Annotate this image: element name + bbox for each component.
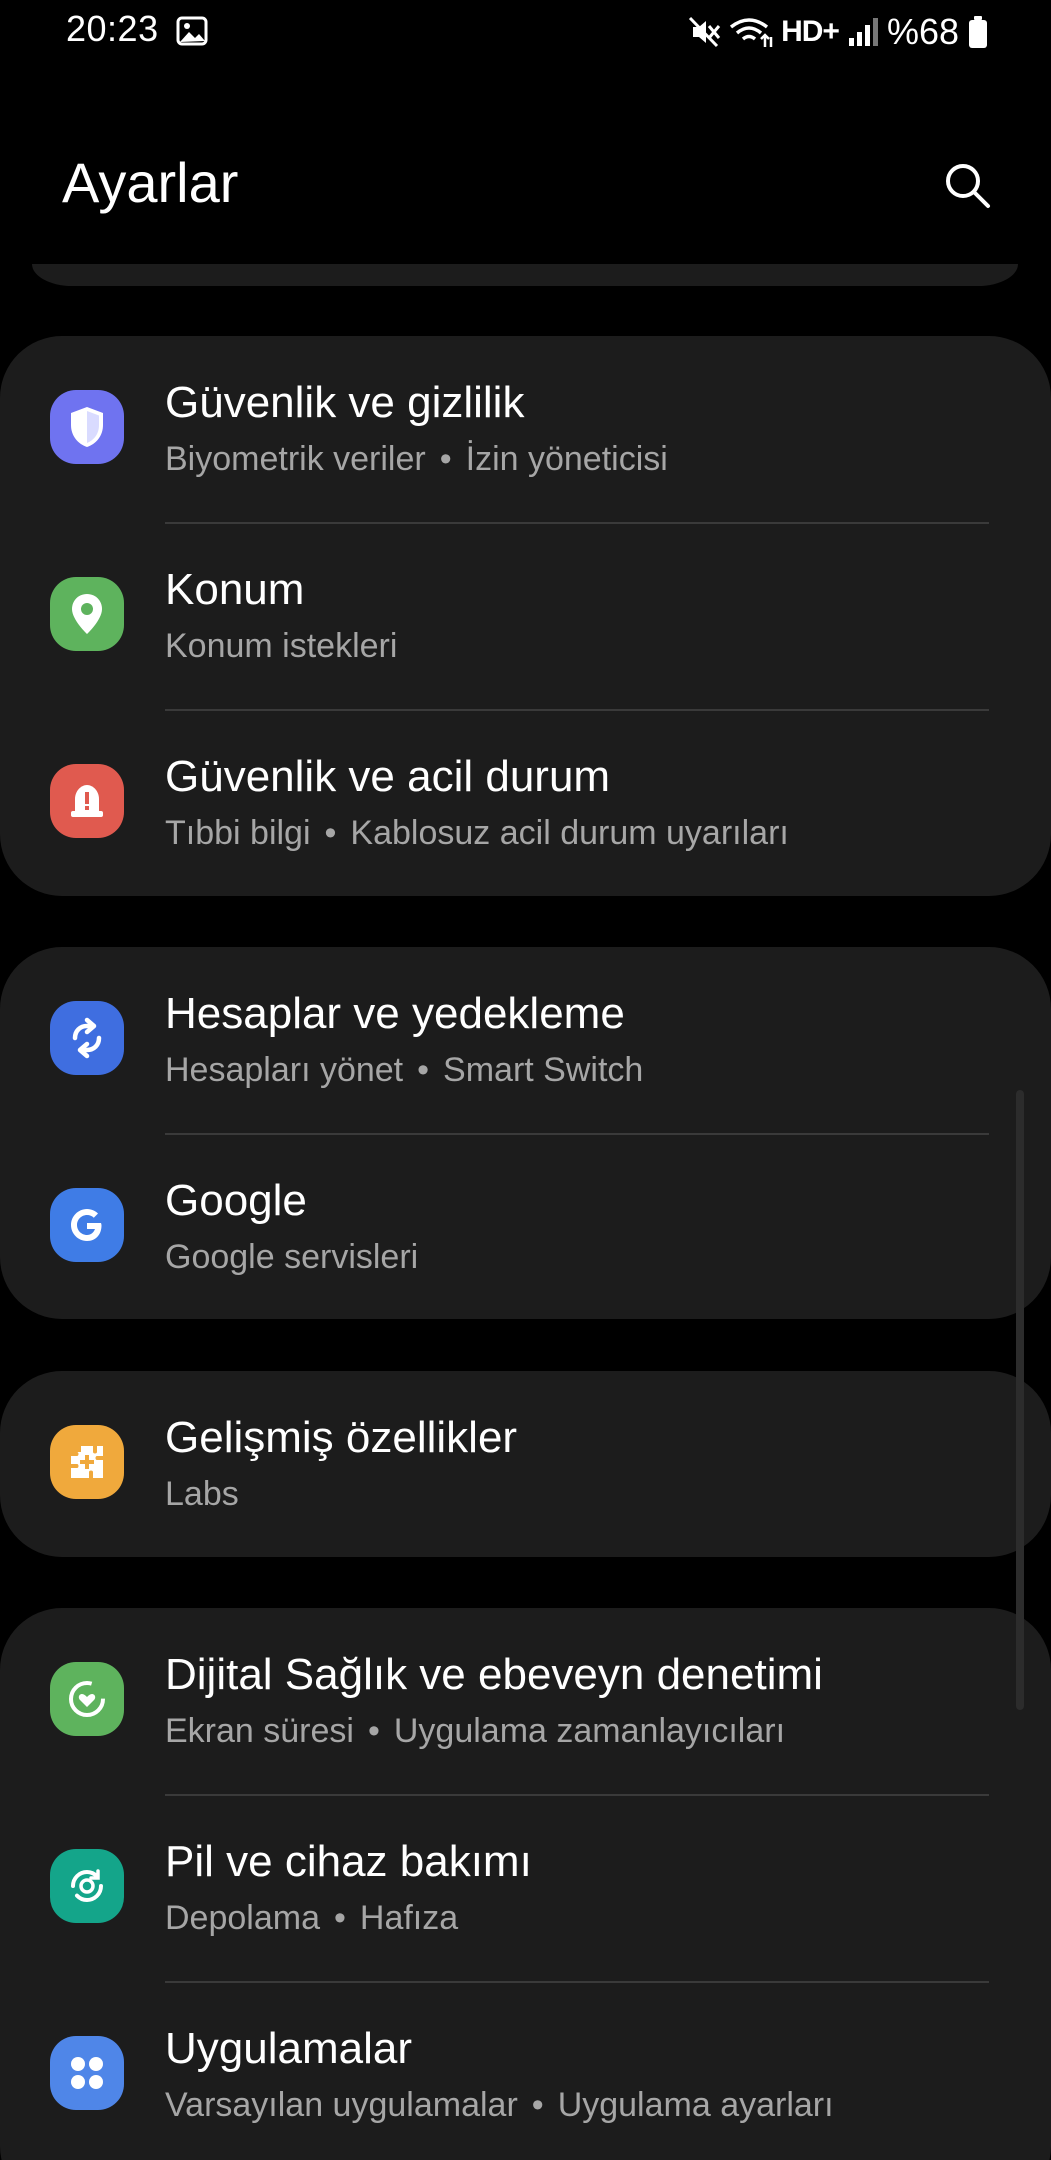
sync-icon	[50, 1001, 124, 1075]
shield-icon	[50, 390, 124, 464]
previous-card-edge	[32, 264, 1018, 286]
setting-digital-wellbeing[interactable]: Dijital Sağlık ve ebeveyn denetimi Ekran…	[0, 1608, 1051, 1794]
setting-advanced-features[interactable]: Gelişmiş özellikler Labs	[0, 1371, 1051, 1557]
setting-safety-emergency[interactable]: Güvenlik ve acil durum Tıbbi bilgi • Kablo…	[0, 710, 1051, 896]
subtitle-part: Kablosuz acil durum uyarıları	[350, 814, 789, 852]
separator-dot: •	[333, 1899, 346, 1937]
signal-icon	[848, 18, 878, 46]
setting-title: Gelişmiş özellikler	[165, 1413, 518, 1462]
wifi-icon	[730, 18, 773, 47]
settings-group-advanced: Gelişmiş özellikler Labs	[0, 1371, 1051, 1557]
setting-title: Konum	[165, 565, 305, 614]
setting-accounts-backup[interactable]: Hesaplar ve yedekleme Hesapları yönet • Sm…	[0, 947, 1051, 1133]
page-title: Ayarlar	[62, 151, 239, 214]
setting-title: Hesaplar ve yedekleme	[165, 989, 625, 1038]
setting-subtitle: Varsayılan uygulamalar • Uygulama ayarları	[165, 2086, 834, 2125]
status-icons: HD+ %68	[687, 10, 989, 54]
status-bar: 20:23 HD+ %68	[0, 0, 1051, 62]
separator-dot: •	[439, 440, 452, 478]
setting-security-privacy[interactable]: Güvenlik ve gizlilik Biyometrik veriler •…	[0, 336, 1051, 522]
subtitle-part: Labs	[165, 1475, 239, 1513]
digital-wellbeing-icon	[50, 1662, 124, 1736]
puzzle-plus-icon	[50, 1425, 124, 1499]
subtitle-part: Konum istekleri	[165, 627, 398, 665]
subtitle-part: Uygulama ayarları	[557, 2086, 834, 2124]
setting-google[interactable]: Google Google servisleri	[0, 1134, 1051, 1320]
settings-group-wellbeing: Dijital Sağlık ve ebeveyn denetimi Ekran…	[0, 1608, 1051, 2160]
setting-title: Uygulamalar	[165, 2024, 412, 2073]
setting-title: Dijital Sağlık ve ebeveyn denetimi	[165, 1650, 823, 1699]
subtitle-part: Uygulama zamanlayıcıları	[393, 1712, 786, 1750]
setting-subtitle: Tıbbi bilgi • Kablosuz acil durum uyarılar…	[165, 814, 789, 853]
gallery-icon	[176, 16, 208, 46]
apps-grid-icon	[50, 2036, 124, 2110]
emergency-alert-icon	[50, 764, 124, 838]
subtitle-part: Smart Switch	[443, 1051, 644, 1089]
google-icon	[50, 1188, 124, 1262]
battery-percent: %68	[886, 11, 959, 52]
settings-group-accounts: Hesaplar ve yedekleme Hesapları yönet • Sm…	[0, 947, 1051, 1319]
setting-apps[interactable]: Uygulamalar Varsayılan uygulamalar • Uygul…	[0, 1982, 1051, 2160]
setting-subtitle: Google servisleri	[165, 1238, 418, 1277]
subtitle-part: İzin yöneticisi	[465, 440, 668, 478]
setting-title: Güvenlik ve acil durum	[165, 752, 611, 801]
subtitle-part: Depolama	[165, 1899, 320, 1937]
settings-group-security: Güvenlik ve gizlilik Biyometrik veriler •…	[0, 336, 1051, 896]
separator-dot: •	[367, 1712, 380, 1750]
separator-dot: •	[531, 2086, 544, 2124]
status-time: 20:23	[66, 8, 159, 49]
subtitle-part: Hesapları yönet	[165, 1051, 404, 1089]
setting-subtitle: Hesapları yönet • Smart Switch	[165, 1051, 643, 1090]
subtitle-part: Ekran süresi	[165, 1712, 354, 1750]
network-type-label: HD+	[781, 15, 840, 48]
separator-dot: •	[417, 1051, 430, 1089]
setting-location[interactable]: Konum Konum istekleri	[0, 523, 1051, 709]
scrollbar[interactable]	[1016, 1090, 1024, 1710]
setting-title: Güvenlik ve gizlilik	[165, 378, 525, 427]
subtitle-part: Google servisleri	[165, 1238, 419, 1276]
setting-title: Pil ve cihaz bakımı	[165, 1837, 532, 1886]
search-icon[interactable]	[940, 158, 994, 212]
setting-subtitle: Depolama • Hafıza	[165, 1899, 458, 1938]
settings-screen: 20:23 HD+ %68 Ayarlar Güvenlik ve gizlil…	[0, 0, 1051, 2160]
subtitle-part: Hafıza	[359, 1899, 459, 1937]
separator-dot: •	[324, 814, 337, 852]
setting-title: Google	[165, 1176, 307, 1225]
setting-subtitle: Labs	[165, 1475, 239, 1514]
setting-subtitle: Konum istekleri	[165, 627, 397, 666]
setting-battery-device-care[interactable]: Pil ve cihaz bakımı Depolama • Hafıza	[0, 1795, 1051, 1981]
subtitle-part: Biyometrik veriler	[165, 440, 426, 478]
device-care-icon	[50, 1849, 124, 1923]
setting-subtitle: Ekran süresi • Uygulama zamanlayıcıları	[165, 1712, 785, 1751]
subtitle-part: Tıbbi bilgi	[165, 814, 311, 852]
subtitle-part: Varsayılan uygulamalar	[165, 2086, 518, 2124]
location-pin-icon	[50, 577, 124, 651]
mute-icon	[688, 16, 721, 48]
setting-subtitle: Biyometrik veriler • İzin yöneticisi	[165, 440, 668, 479]
battery-icon	[969, 16, 987, 48]
